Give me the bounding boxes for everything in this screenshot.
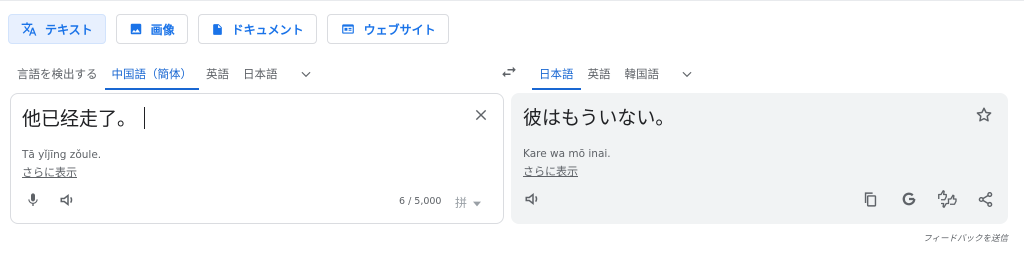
source-lang-chinese-simplified[interactable]: 中国語（簡体） — [104, 60, 199, 90]
source-lang-japanese[interactable]: 日本語 — [236, 60, 285, 90]
tab-text-label: テキスト — [45, 22, 93, 37]
clear-source-button[interactable] — [471, 106, 491, 126]
source-panel: 他已经走了。 Tā yǐjīng zǒule. さらに表示 6 / 5,000 … — [10, 93, 504, 224]
tab-text[interactable]: テキスト — [8, 14, 106, 44]
target-show-more-link[interactable]: さらに表示 — [523, 163, 578, 179]
star-icon — [975, 106, 993, 128]
target-lang-more-button[interactable] — [666, 60, 704, 90]
share-icon — [977, 191, 994, 212]
source-language-bar: 言語を検出する 中国語（簡体） 英語 日本語 — [10, 60, 323, 90]
target-panel: 彼はもういない。 Kare wa mō inai. さらに表示 — [511, 93, 1008, 224]
speaker-icon — [59, 191, 77, 213]
close-icon — [474, 107, 488, 126]
image-icon — [129, 22, 143, 36]
google-search-button[interactable] — [897, 189, 921, 213]
text-cursor — [144, 106, 146, 129]
source-romanization: Tā yǐjīng zǒule. — [22, 149, 102, 161]
tab-document-label: ドキュメント — [231, 22, 304, 37]
character-counter: 6 / 5,000 — [399, 196, 442, 207]
copy-translation-button[interactable] — [858, 189, 882, 213]
tab-document[interactable]: ドキュメント — [197, 14, 317, 44]
swap-icon — [500, 63, 518, 85]
document-icon — [211, 22, 224, 37]
translate-icon — [21, 21, 37, 37]
share-translation-button[interactable] — [973, 189, 997, 213]
top-divider — [0, 0, 1024, 1]
tab-image-label: 画像 — [150, 22, 175, 37]
target-lang-english[interactable]: 英語 — [581, 60, 618, 90]
tab-image[interactable]: 画像 — [115, 14, 188, 44]
target-romanization: Kare wa mō inai. — [523, 148, 611, 160]
copy-icon — [862, 191, 879, 212]
target-lang-korean[interactable]: 韓国語 — [618, 60, 667, 90]
translated-text: 彼はもういない。 — [523, 107, 675, 129]
chevron-down-icon — [299, 66, 313, 85]
target-lang-japanese[interactable]: 日本語 — [532, 60, 581, 90]
input-tools-button[interactable]: 拼 — [455, 194, 482, 211]
source-lang-english[interactable]: 英語 — [199, 60, 236, 90]
website-icon — [340, 22, 356, 36]
target-language-bar: 日本語 英語 韓国語 — [532, 60, 704, 90]
thumbs-feedback-icon — [937, 190, 957, 212]
chevron-down-icon — [680, 66, 694, 85]
target-listen-button[interactable] — [521, 189, 545, 213]
google-g-icon — [900, 190, 918, 212]
swap-languages-button[interactable] — [497, 62, 521, 86]
tab-website-label: ウェブサイト — [363, 22, 436, 37]
speaker-icon — [524, 190, 542, 212]
pinyin-ime-icon: 拼 — [455, 196, 468, 210]
source-show-more-link[interactable]: さらに表示 — [22, 164, 77, 180]
rate-translation-button[interactable] — [935, 189, 959, 213]
caret-down-icon — [473, 196, 482, 210]
mode-tabs: テキスト 画像 ドキュメント ウェブサイト — [8, 14, 449, 44]
source-listen-button[interactable] — [56, 190, 80, 214]
source-lang-detect[interactable]: 言語を検出する — [10, 60, 105, 90]
source-text: 他已经走了。 — [22, 108, 137, 130]
microphone-icon — [25, 191, 41, 213]
tab-website[interactable]: ウェブサイト — [326, 14, 449, 44]
save-translation-button[interactable] — [972, 105, 996, 129]
source-lang-more-button[interactable] — [285, 60, 323, 90]
send-feedback-link[interactable]: フィードバックを送信 — [923, 232, 1008, 244]
voice-input-button[interactable] — [21, 190, 45, 214]
source-text-input[interactable]: 他已经走了。 — [22, 104, 146, 131]
